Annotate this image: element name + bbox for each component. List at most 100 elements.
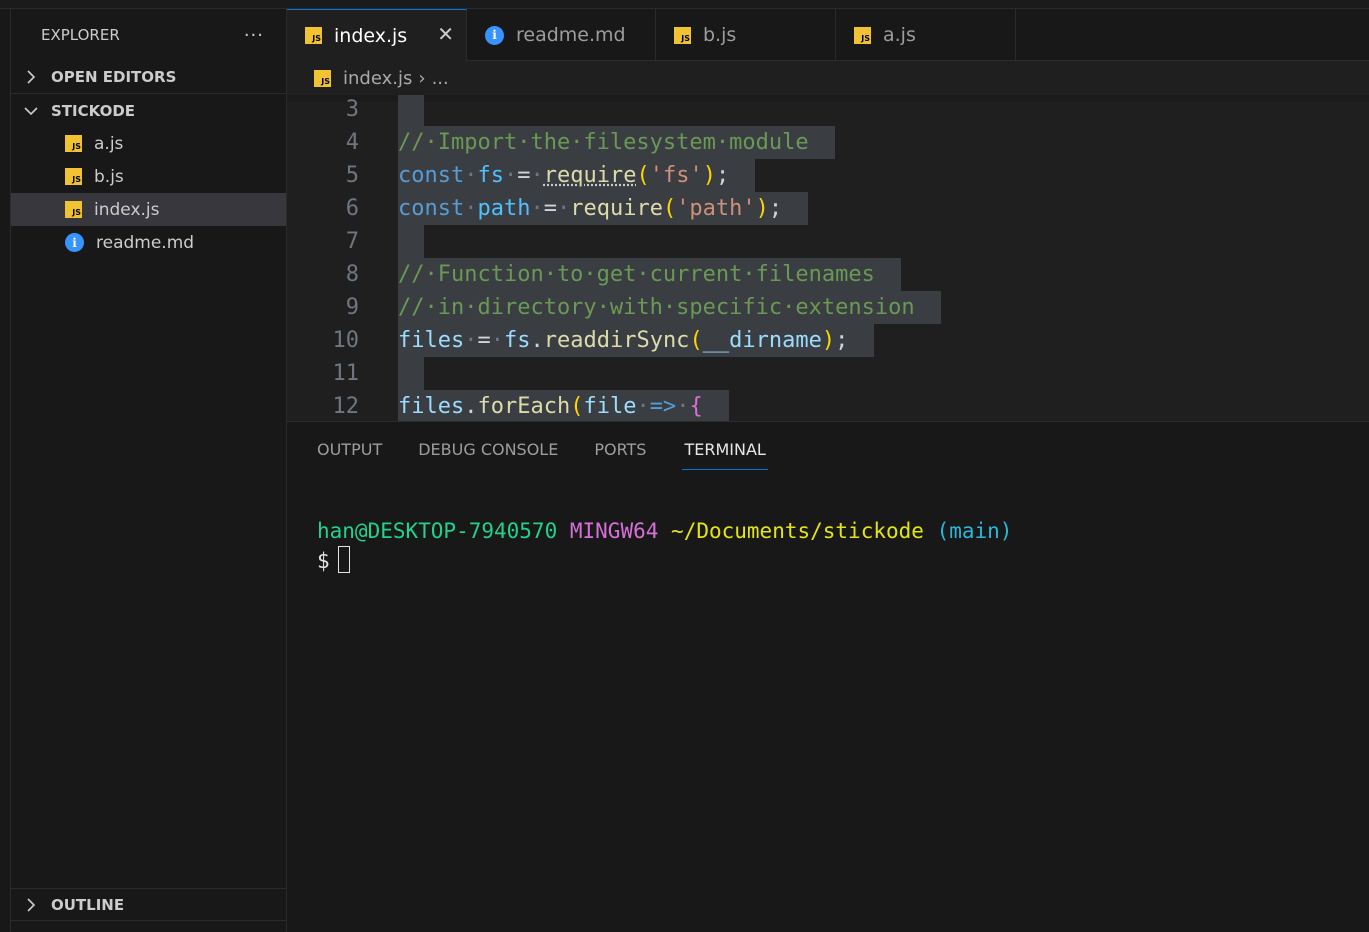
code-token: · (530, 196, 544, 221)
code-token: 'fs' (649, 163, 703, 188)
code-token: · (530, 163, 544, 188)
terminal-cursor (337, 546, 350, 573)
open-editors-label: OPEN EDITORS (51, 68, 177, 86)
code-token: file (583, 394, 637, 419)
code-text: const·path·=·require('path'); (398, 192, 809, 225)
code-token: require (570, 196, 663, 221)
code-token: path (477, 196, 531, 221)
tab-label: b.js (703, 24, 737, 46)
line-number: 12 (332, 394, 360, 419)
bottom-panel: OUTPUT DEBUG CONSOLE PORTS TERMINAL han@… (287, 421, 1369, 932)
code-text (398, 357, 424, 390)
code-token: · (490, 328, 504, 353)
line-number: 3 (345, 97, 359, 122)
code-token: readdirSync (543, 328, 690, 353)
code-token: = (477, 328, 491, 353)
file-name: a.js (94, 133, 124, 154)
code-token: __dirname (702, 328, 822, 353)
code-token: //·in·directory·with·specific·extension (398, 295, 915, 320)
code-token: = (517, 163, 531, 188)
tab-index-js[interactable]: JS index.js ✕ (287, 9, 467, 61)
file-item-readme-md[interactable]: i readme.md (11, 226, 286, 259)
info-icon: i (485, 25, 504, 45)
code-token: . (530, 328, 544, 353)
code-token: ( (570, 394, 584, 419)
breadcrumb-more[interactable]: ... (432, 68, 449, 89)
code-line: 5 const·fs·=·require('fs'); (287, 159, 1369, 192)
chevron-right-icon (21, 897, 41, 912)
breadcrumb-file[interactable]: index.js (343, 68, 412, 89)
breadcrumb: JS index.js › ... (287, 61, 1369, 95)
tab-output[interactable]: OUTPUT (317, 422, 382, 470)
code-token: · (464, 163, 478, 188)
code-token: ) (821, 328, 836, 353)
open-editors-section[interactable]: OPEN EDITORS (11, 61, 286, 94)
tab-ports[interactable]: PORTS (594, 422, 646, 470)
file-name: b.js (94, 166, 124, 187)
code-token: . (464, 394, 478, 419)
terminal-path: ~/Documents/stickode (671, 519, 924, 543)
chevron-right-icon (21, 70, 41, 84)
terminal-prompt: $ (317, 549, 330, 573)
code-line: 9 //·in·directory·with·specific·extension (287, 291, 1369, 324)
file-item-b-js[interactable]: JS b.js (11, 160, 286, 193)
code-token: const (398, 196, 465, 221)
code-line: 10 files·=·fs.readdirSync(__dirname); (287, 324, 1369, 357)
editor-tab-bar: JS index.js ✕ i readme.md JS b.js JS a.j… (287, 9, 1369, 61)
title-strip (0, 0, 1369, 9)
code-text: //·in·directory·with·specific·extension (398, 291, 941, 324)
code-token: · (556, 196, 571, 221)
js-file-icon: JS (65, 135, 82, 152)
project-section[interactable]: STICKODE (11, 94, 286, 127)
file-item-index-js[interactable]: JS index.js (11, 193, 286, 226)
terminal-branch: (main) (936, 519, 1013, 543)
code-text: files.forEach(file·=>·{ (398, 390, 729, 421)
tab-readme-md[interactable]: i readme.md (467, 9, 656, 61)
code-token: ( (689, 328, 703, 353)
code-editor[interactable]: 3 4//·Import·the·filesystem·module 5 const·… (287, 95, 1369, 421)
code-text: files·=·fs.readdirSync(__dirname); (398, 324, 875, 357)
tab-label: a.js (883, 24, 916, 46)
close-icon[interactable]: ✕ (437, 22, 454, 46)
js-file-icon: JS (305, 27, 322, 44)
code-text (398, 95, 424, 126)
more-actions-icon[interactable]: ··· (244, 25, 264, 46)
js-file-icon: JS (65, 201, 82, 218)
code-token: ( (636, 163, 650, 188)
tab-terminal[interactable]: TERMINAL (682, 422, 768, 470)
line-number: 8 (345, 262, 359, 287)
tab-debug-console[interactable]: DEBUG CONSOLE (418, 422, 558, 470)
line-number: 11 (332, 361, 360, 386)
code-token: · (503, 163, 518, 188)
code-token: · (464, 328, 478, 353)
code-token: · (676, 394, 690, 419)
breadcrumb-separator: › (418, 67, 426, 89)
line-number: 10 (332, 328, 360, 353)
code-token: ; (768, 196, 783, 221)
file-item-a-js[interactable]: JS a.js (11, 127, 286, 160)
terminal-user: han@DESKTOP-7940570 (317, 519, 558, 543)
terminal[interactable]: han@DESKTOP-7940570 MINGW64 ~/Documents/… (317, 517, 1012, 576)
js-file-icon: JS (65, 168, 82, 185)
js-file-icon: JS (854, 26, 871, 44)
outline-label: OUTLINE (51, 895, 125, 914)
code-token: require (543, 163, 637, 188)
terminal-shell: MINGW64 (569, 519, 659, 543)
code-token: · (464, 196, 478, 221)
outline-section[interactable]: OUTLINE (11, 888, 286, 921)
code-line: 4 //·Import·the·filesystem·module (287, 126, 1369, 159)
code-token: => (649, 394, 677, 419)
tab-b-js[interactable]: JS b.js (656, 9, 836, 61)
code-token: const (398, 163, 465, 188)
code-token: ) (755, 196, 769, 221)
code-token: ; (835, 328, 849, 353)
tab-a-js[interactable]: JS a.js (836, 9, 1016, 61)
code-text: //·Function·to·get·current·filenames (398, 258, 901, 291)
panel-tabs: OUTPUT DEBUG CONSOLE PORTS TERMINAL (317, 422, 804, 470)
project-label: STICKODE (51, 101, 136, 120)
line-number: 5 (345, 163, 359, 188)
code-token: //·Function·to·get·current·filenames (398, 262, 875, 287)
code-token: files (398, 328, 465, 353)
code-token: forEach (477, 394, 571, 419)
code-token: · (636, 394, 650, 419)
